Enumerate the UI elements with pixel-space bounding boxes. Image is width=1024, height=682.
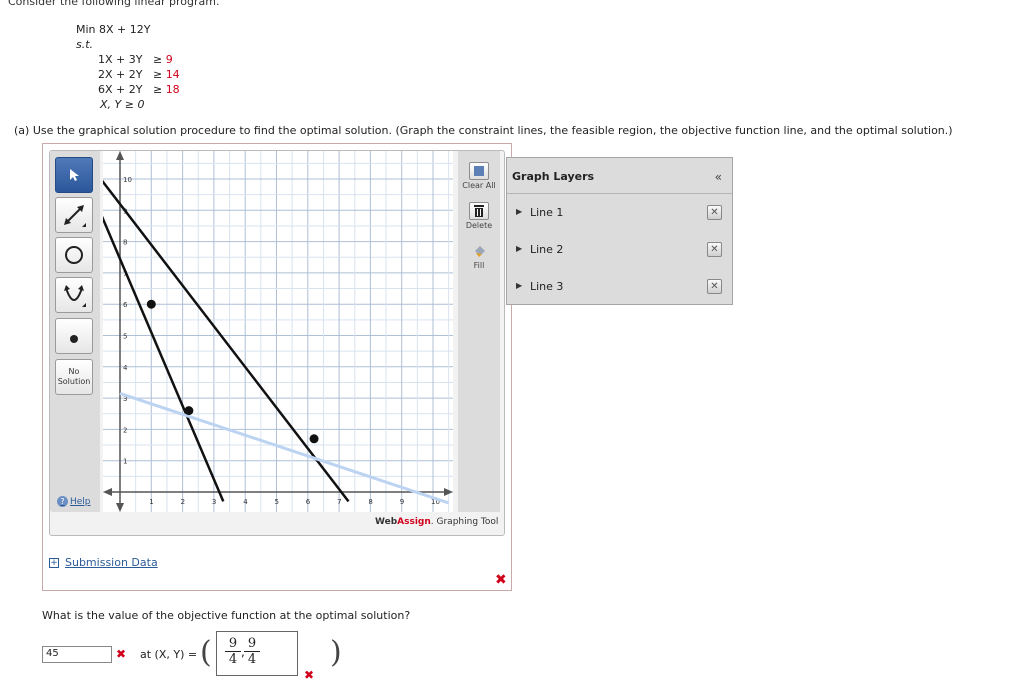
graph-canvas[interactable]: 1234567891012345678910 bbox=[103, 151, 453, 512]
help-icon: ? bbox=[57, 496, 68, 507]
line-point bbox=[146, 299, 156, 309]
incorrect-mark-icon: ✖ bbox=[304, 668, 315, 682]
line-point bbox=[184, 406, 194, 416]
x-tick-label: 4 bbox=[243, 498, 248, 506]
delete-label: Delete bbox=[465, 221, 493, 230]
fill-button[interactable]: Fill bbox=[461, 243, 497, 270]
collapse-panel-icon[interactable]: « bbox=[715, 170, 722, 184]
x-tick-label: 3 bbox=[212, 498, 216, 506]
graph-layers-title: Graph Layers bbox=[512, 170, 595, 183]
graph-layers-panel: Graph Layers « ▶ Line 1 ✕ ▶ Line 2 ✕ ▶ L… bbox=[506, 157, 733, 305]
subject-to: s.t. bbox=[76, 38, 94, 51]
expand-triangle-icon[interactable]: ▶ bbox=[516, 207, 522, 216]
x-tick-label: 8 bbox=[368, 498, 372, 506]
layer-label: Line 1 bbox=[530, 206, 564, 219]
x-tick-label: 2 bbox=[181, 498, 185, 506]
line-icon bbox=[64, 205, 86, 227]
x-tick-label: 5 bbox=[275, 498, 279, 506]
x-tick-label: 7 bbox=[337, 498, 341, 506]
y-tick-label: 1 bbox=[123, 458, 127, 466]
y-tick-label: 8 bbox=[123, 239, 127, 247]
question-objective-value: What is the value of the objective funct… bbox=[42, 609, 411, 622]
y-tick-label: 10 bbox=[123, 176, 132, 184]
question-a: (a) Use the graphical solution procedure… bbox=[14, 124, 953, 137]
point-icon bbox=[70, 335, 78, 343]
constraint-3: 6X + 2Y ≥ 18 bbox=[98, 83, 180, 96]
help-label: Help bbox=[70, 496, 91, 507]
paint-bucket-icon bbox=[461, 243, 497, 261]
pointer-icon bbox=[70, 169, 79, 181]
constraint-1: 1X + 3Y ≥ 9 bbox=[98, 53, 173, 66]
objective: Min 8X + 12Y bbox=[76, 23, 151, 36]
circle-icon bbox=[65, 246, 83, 264]
clear-all-button[interactable]: Clear All bbox=[461, 162, 497, 190]
line-tool-button[interactable] bbox=[55, 197, 93, 233]
circle-tool-button[interactable] bbox=[55, 237, 93, 273]
delete-layer-icon[interactable]: ✕ bbox=[707, 279, 722, 294]
graph-background bbox=[103, 151, 453, 512]
intro-text: Consider the following linear program. bbox=[8, 0, 220, 8]
parabola-tool-button[interactable] bbox=[55, 277, 93, 313]
nonnegativity: X, Y ≥ 0 bbox=[100, 98, 145, 111]
at-xy-label: at (X, Y) = bbox=[140, 648, 198, 661]
y-tick-label: 5 bbox=[123, 333, 127, 341]
no-solution-button[interactable]: No Solution bbox=[55, 359, 93, 395]
fill-label: Fill bbox=[473, 261, 485, 270]
optimal-point-input[interactable]: 9 4 , 9 4 bbox=[216, 631, 298, 676]
layer-item-line-3[interactable]: ▶ Line 3 ✕ bbox=[507, 279, 732, 297]
left-paren: ( bbox=[200, 635, 212, 670]
x-tick-label: 1 bbox=[149, 498, 153, 506]
no-solution-label-2: Solution bbox=[57, 377, 91, 386]
incorrect-mark-icon: ✖ bbox=[116, 647, 127, 661]
y-tick-label: 4 bbox=[123, 364, 128, 372]
y-tick-label: 2 bbox=[123, 426, 127, 434]
submission-data-link: Submission Data bbox=[65, 556, 158, 569]
y-tick-label: 6 bbox=[123, 301, 128, 309]
expand-plus-icon: + bbox=[49, 557, 59, 568]
incorrect-mark-icon: ✖ bbox=[495, 572, 507, 588]
expand-triangle-icon[interactable]: ▶ bbox=[516, 281, 522, 290]
linear-program: Min 8X + 12Y s.t. 1X + 3Y ≥ 9 2X + 2Y ≥ … bbox=[76, 22, 180, 112]
webassign-brand: WebAssign. Graphing Tool bbox=[375, 517, 499, 527]
x-tick-label: 6 bbox=[306, 498, 311, 506]
constraint-2: 2X + 2Y ≥ 14 bbox=[98, 68, 180, 81]
x-fraction: 9 4 bbox=[225, 636, 241, 667]
help-link[interactable]: ? Help bbox=[57, 496, 91, 507]
clear-all-icon bbox=[469, 162, 489, 180]
submission-data-toggle[interactable]: + Submission Data bbox=[49, 556, 158, 569]
y-fraction: 9 4 bbox=[244, 636, 260, 667]
layer-label: Line 3 bbox=[530, 280, 564, 293]
right-paren: ) bbox=[330, 635, 342, 670]
trash-icon bbox=[469, 202, 489, 220]
expand-triangle-icon[interactable]: ▶ bbox=[516, 244, 522, 253]
parabola-icon bbox=[64, 285, 86, 307]
objective-value-input[interactable]: 45 bbox=[42, 646, 112, 663]
delete-layer-icon[interactable]: ✕ bbox=[707, 242, 722, 257]
layer-item-line-2[interactable]: ▶ Line 2 ✕ bbox=[507, 242, 732, 260]
point-tool-button[interactable] bbox=[55, 318, 93, 354]
delete-button[interactable]: Delete bbox=[461, 202, 497, 230]
line-point bbox=[309, 434, 319, 444]
x-tick-label: 9 bbox=[400, 498, 404, 506]
pointer-tool-button[interactable] bbox=[55, 157, 93, 193]
no-solution-label-1: No bbox=[68, 367, 80, 376]
delete-layer-icon[interactable]: ✕ bbox=[707, 205, 722, 220]
layer-label: Line 2 bbox=[530, 243, 564, 256]
layer-item-line-1[interactable]: ▶ Line 1 ✕ bbox=[507, 205, 732, 223]
clear-all-label: Clear All bbox=[462, 181, 496, 190]
